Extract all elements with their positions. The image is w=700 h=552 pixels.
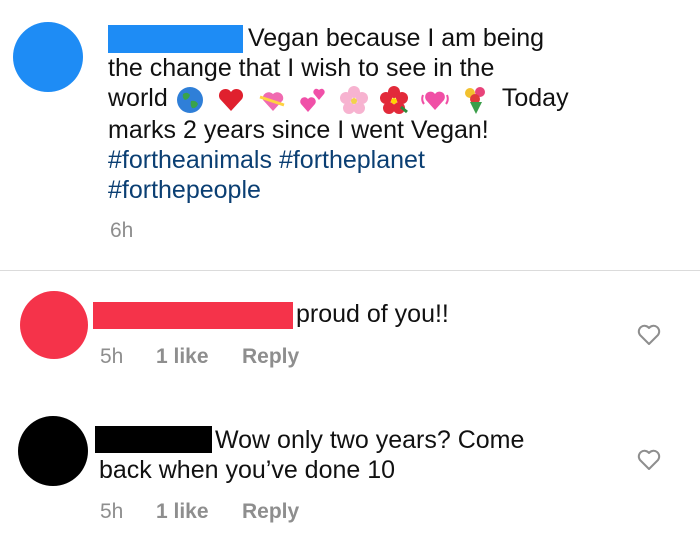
caption-line-4: marks 2 years since I went Vegan! [108,116,489,145]
caption-hashtags-line: #fortheanimals #fortheplanet [108,145,688,175]
comment-time: 5h [100,500,124,523]
post-author-avatar[interactable] [13,22,83,92]
caption-hashtags-line-2: #forthepeople [108,175,688,205]
comment-likes[interactable]: 1 like [156,500,209,524]
comment-username-redacted[interactable] [93,302,293,329]
comment-meta: 5h 1 like Reply [100,345,400,371]
caption-line-1: Vegan because I am being [248,24,545,52]
comment-time: 5h [100,345,124,368]
globe-emoji [176,87,203,114]
divider [0,270,700,271]
comment-text-line-2: back when you’ve done 10 [99,456,396,484]
two-hearts-emoji [299,88,325,113]
like-heart-icon[interactable] [636,447,662,473]
red-heart-emoji [218,89,243,112]
caption-line-3: world Today [108,83,688,115]
comment-meta: 5h 1 like Reply [100,500,400,526]
comment-avatar[interactable] [20,291,88,359]
caption-line-2: the change that I wish to see in the [108,54,495,82]
hibiscus-emoji [380,86,409,115]
caption-today: Today [501,84,569,112]
hashtag-fortheanimals[interactable]: #fortheanimals [108,146,272,174]
comment-text: Wow only two years? Come back when you’v… [99,425,619,485]
post-time: 6h [110,219,134,242]
bouquet-emoji [465,87,486,115]
post-caption: Vegan because I am being the change that… [108,23,688,205]
caption-world: world [108,84,168,112]
reply-button[interactable]: Reply [242,345,299,369]
heart-with-ribbon-emoji [259,92,285,112]
comment-text-line-1: proud of you!! [296,300,449,328]
like-heart-icon[interactable] [636,322,662,348]
comment-likes[interactable]: 1 like [156,345,209,369]
comment-text: proud of you!! [296,299,449,329]
beating-heart-emoji [421,91,450,111]
emoji-row [175,84,496,115]
comment-avatar[interactable] [18,416,88,486]
reply-button[interactable]: Reply [242,500,299,524]
hashtag-forthepeople[interactable]: #forthepeople [108,176,261,204]
comment-text-line-1: Wow only two years? Come [215,426,525,454]
cherry-blossom-emoji [339,86,368,115]
hashtag-fortheplanet[interactable]: #fortheplanet [279,146,425,174]
